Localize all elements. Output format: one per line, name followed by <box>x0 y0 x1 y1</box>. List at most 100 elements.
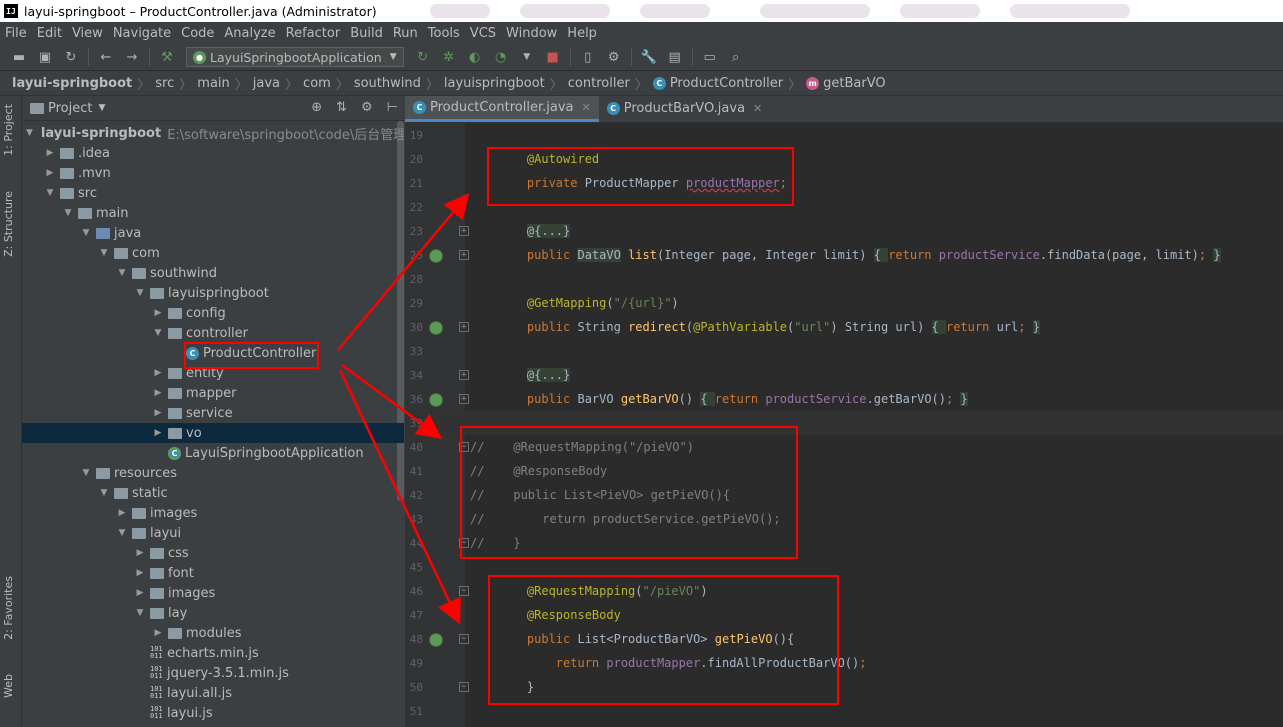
tree-item-images[interactable]: ▶ images <box>22 503 404 523</box>
tree-item-layui-springboot[interactable]: ▼ layui-springboot E:\software\springboot\… <box>22 123 404 143</box>
collapsed-arrow-icon[interactable]: ▶ <box>152 408 164 418</box>
collapsed-arrow-icon[interactable]: ▶ <box>152 628 164 638</box>
fold-expand-icon[interactable]: + <box>459 394 469 404</box>
code-line[interactable]: 49 return productMapper.findAllProductBa… <box>405 651 1283 675</box>
code-line[interactable]: 46 − @RequestMapping("/pieVO") <box>405 579 1283 603</box>
project-structure-icon[interactable]: ▤ <box>667 49 683 65</box>
menu-item-code[interactable]: Code <box>181 26 214 41</box>
breadcrumb-item[interactable]: com <box>303 76 331 91</box>
code-line[interactable]: 48 − public List<ProductBarVO> getPieVO()… <box>405 627 1283 651</box>
build-hammer-icon[interactable]: ⚒ <box>159 49 175 65</box>
menu-item-run[interactable]: Run <box>393 26 418 41</box>
tree-item--mvn[interactable]: ▶ .mvn <box>22 163 404 183</box>
terminal-icon[interactable]: ▭ <box>702 49 718 65</box>
tree-item-src[interactable]: ▼ src <box>22 183 404 203</box>
code-line[interactable]: 45 <box>405 555 1283 579</box>
menu-item-window[interactable]: Window <box>506 26 557 41</box>
expanded-arrow-icon[interactable]: ▼ <box>62 208 74 218</box>
forward-arrow-icon[interactable]: → <box>124 49 140 65</box>
editor-tab[interactable]: C ProductController.java ✕ <box>405 96 599 122</box>
tool-tab-favorites[interactable]: 2: Favorites <box>2 576 15 640</box>
fold-expand-icon[interactable]: + <box>459 226 469 236</box>
tree-item-main[interactable]: ▼ main <box>22 203 404 223</box>
collapsed-arrow-icon[interactable]: ▶ <box>152 428 164 438</box>
collapsed-arrow-icon[interactable]: ▶ <box>134 548 146 558</box>
tree-item-config[interactable]: ▶ config <box>22 303 404 323</box>
tree-item-font[interactable]: ▶ font <box>22 563 404 583</box>
tree-item-layui-js[interactable]: 101 011 layui.js <box>22 703 404 723</box>
spring-web-mapping-icon[interactable] <box>429 321 443 335</box>
open-folder-icon[interactable]: ▬ <box>11 49 27 65</box>
collapsed-arrow-icon[interactable]: ▶ <box>152 308 164 318</box>
tree-item-resources[interactable]: ▼ resources <box>22 463 404 483</box>
expanded-arrow-icon[interactable]: ▼ <box>116 268 128 278</box>
tree-item-static[interactable]: ▼ static <box>22 483 404 503</box>
expanded-arrow-icon[interactable]: ▼ <box>80 228 92 238</box>
menu-item-help[interactable]: Help <box>567 26 597 41</box>
menu-item-refactor[interactable]: Refactor <box>286 26 341 41</box>
expanded-arrow-icon[interactable]: ▼ <box>134 288 146 298</box>
sdk-icon[interactable]: ⚙ <box>606 49 622 65</box>
expanded-arrow-icon[interactable]: ▼ <box>152 328 164 338</box>
menu-item-vcs[interactable]: VCS <box>470 26 496 41</box>
tree-item-southwind[interactable]: ▼ southwind <box>22 263 404 283</box>
code-line[interactable]: 29 @GetMapping("/{url}") <box>405 291 1283 315</box>
breadcrumb-item[interactable]: main <box>197 76 229 91</box>
code-line[interactable]: 51 <box>405 699 1283 723</box>
back-arrow-icon[interactable]: ← <box>98 49 114 65</box>
breadcrumb-item[interactable]: layuispringboot <box>444 76 545 91</box>
project-panel-title[interactable]: Project <box>48 101 92 116</box>
tree-item-css[interactable]: ▶ css <box>22 543 404 563</box>
rerun-icon[interactable]: ↻ <box>415 49 431 65</box>
tree-item-layuispringboot[interactable]: ▼ layuispringboot <box>22 283 404 303</box>
fold-collapse-icon[interactable]: − <box>459 538 469 548</box>
tree-item-com[interactable]: ▼ com <box>22 243 404 263</box>
code-line[interactable]: 20 @Autowired <box>405 147 1283 171</box>
close-icon[interactable]: ✕ <box>753 102 762 115</box>
sync-icon[interactable]: ↻ <box>63 49 79 65</box>
code-line[interactable]: 28 <box>405 267 1283 291</box>
locate-icon[interactable]: ⊕ <box>311 100 322 115</box>
menu-item-build[interactable]: Build <box>350 26 383 41</box>
breadcrumb-item[interactable]: C ProductController <box>652 76 783 91</box>
tree-item-service[interactable]: ▶ service <box>22 403 404 423</box>
code-line[interactable]: 40 −// @RequestMapping("/pieVO") <box>405 435 1283 459</box>
expanded-arrow-icon[interactable]: ▼ <box>134 608 146 618</box>
menu-item-navigate[interactable]: Navigate <box>113 26 171 41</box>
run-config-select[interactable]: ● LayuiSpringbootApplication ▼ <box>186 47 404 67</box>
tree-item-productcontroller[interactable]: C ProductController <box>22 343 404 363</box>
close-icon[interactable]: ✕ <box>581 101 590 114</box>
save-icon[interactable]: ▣ <box>37 49 53 65</box>
spring-web-mapping-icon[interactable] <box>429 393 443 407</box>
profile-icon[interactable]: ◔ <box>493 49 509 65</box>
code-line[interactable]: 41 // @ResponseBody <box>405 459 1283 483</box>
wrench-icon[interactable]: 🔧 <box>641 49 657 65</box>
breadcrumb-item[interactable]: layui-springboot <box>12 76 132 91</box>
tree-item-modules[interactable]: ▶ modules <box>22 623 404 643</box>
spring-web-mapping-icon[interactable] <box>429 633 443 647</box>
tree-item-controller[interactable]: ▼ controller <box>22 323 404 343</box>
menu-item-view[interactable]: View <box>72 26 103 41</box>
fold-expand-icon[interactable]: + <box>459 370 469 380</box>
tree-item-layui-all-js[interactable]: 101 011 layui.all.js <box>22 683 404 703</box>
search-icon[interactable]: ⌕ <box>728 49 744 65</box>
tool-tab-web[interactable]: Web <box>2 674 15 698</box>
fold-collapse-icon[interactable]: − <box>459 442 469 452</box>
breadcrumb-item[interactable]: java <box>253 76 280 91</box>
device-icon[interactable]: ▯ <box>580 49 596 65</box>
collapse-all-icon[interactable]: ⇅ <box>336 100 347 115</box>
stop-icon[interactable]: ■ <box>545 49 561 65</box>
tree-item-layui[interactable]: ▼ layui <box>22 523 404 543</box>
code-line[interactable]: 47 @ResponseBody <box>405 603 1283 627</box>
collapsed-arrow-icon[interactable]: ▶ <box>152 368 164 378</box>
spring-web-mapping-icon[interactable] <box>429 249 443 263</box>
menu-item-edit[interactable]: Edit <box>37 26 62 41</box>
code-line[interactable]: 42 // public List<PieVO> getPieVO(){ <box>405 483 1283 507</box>
tree-item-lay[interactable]: ▼ lay <box>22 603 404 623</box>
tree-item-entity[interactable]: ▶ entity <box>22 363 404 383</box>
fold-collapse-icon[interactable]: − <box>459 586 469 596</box>
code-line[interactable]: 44 −// } <box>405 531 1283 555</box>
breadcrumb-item[interactable]: southwind <box>354 76 421 91</box>
fold-expand-icon[interactable]: + <box>459 250 469 260</box>
collapsed-arrow-icon[interactable]: ▶ <box>134 588 146 598</box>
